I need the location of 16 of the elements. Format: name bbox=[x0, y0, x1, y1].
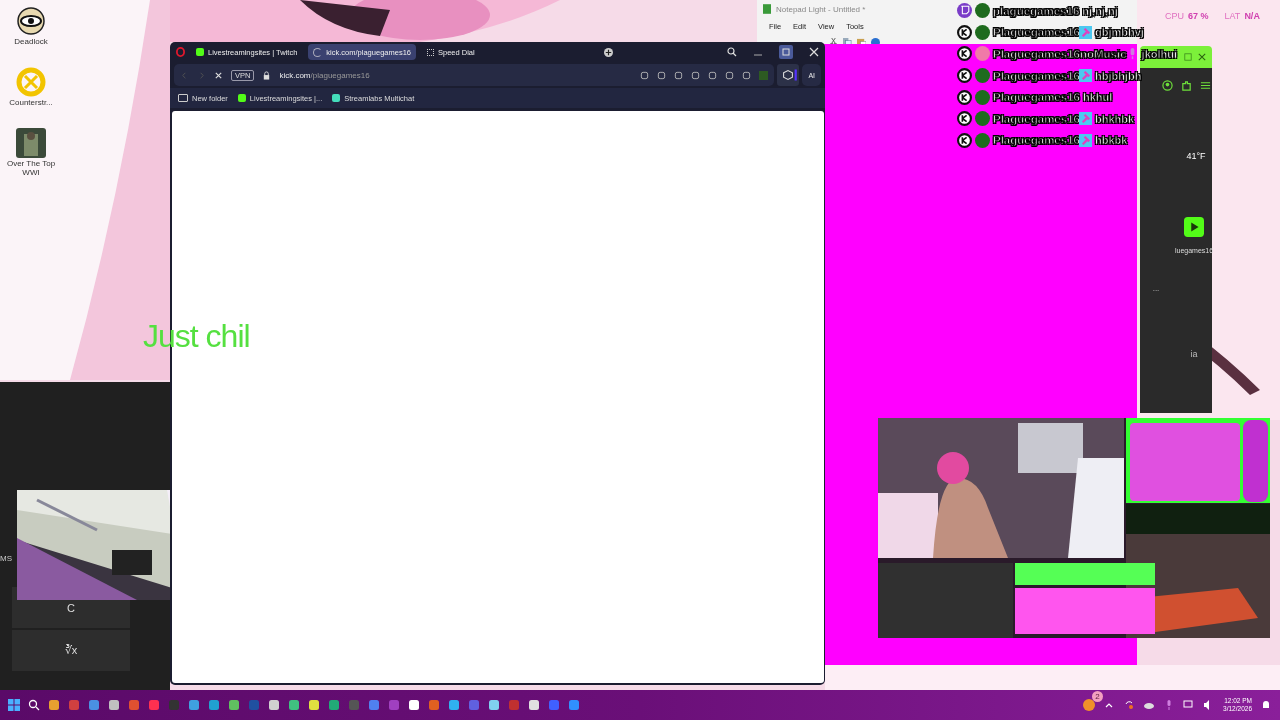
search-icon[interactable] bbox=[28, 699, 40, 711]
notification-badge: 2 bbox=[1092, 691, 1104, 702]
app-icon[interactable] bbox=[528, 699, 540, 711]
app-icon[interactable] bbox=[308, 699, 320, 711]
app-icon[interactable] bbox=[288, 699, 300, 711]
app-icon[interactable] bbox=[48, 699, 60, 711]
network-icon[interactable] bbox=[1183, 699, 1196, 711]
app-icon[interactable] bbox=[108, 699, 120, 711]
sync-icon[interactable] bbox=[1123, 699, 1136, 711]
windows-icon[interactable] bbox=[8, 699, 20, 711]
bell-icon[interactable] bbox=[1260, 699, 1272, 711]
app-icon[interactable] bbox=[228, 699, 240, 711]
app-icon[interactable] bbox=[408, 699, 420, 711]
app-icon[interactable] bbox=[268, 699, 280, 711]
app-icon[interactable] bbox=[448, 699, 460, 711]
app-icon[interactable] bbox=[488, 699, 500, 711]
